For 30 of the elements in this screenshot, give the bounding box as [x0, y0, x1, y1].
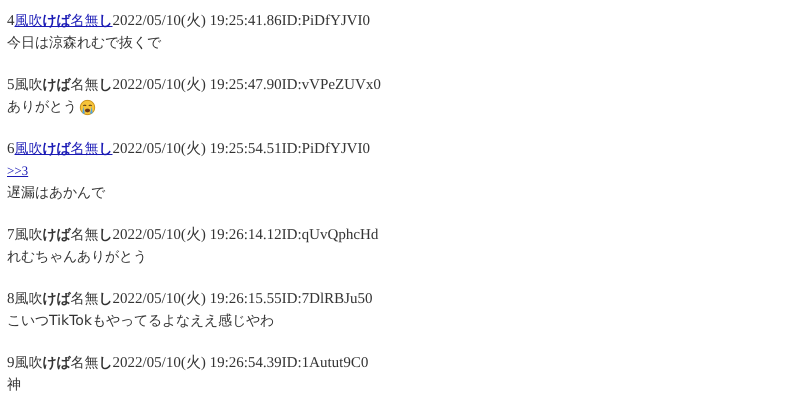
post-number: 8 [7, 291, 14, 307]
post-date: 2022/05/10(火) 19:26:14.12 [112, 227, 282, 243]
poster-name: 風吹けば名無し [14, 77, 112, 93]
poster-name: 風吹けば名無し [14, 227, 112, 243]
poster-name: 風吹けば名無し [14, 355, 112, 371]
post-number: 6 [7, 141, 14, 157]
poster-id: ID:7DlRBJu50 [282, 291, 373, 307]
poster-id: ID:PiDfYJVI0 [282, 141, 370, 157]
poster-name: 風吹けば名無し [14, 291, 112, 307]
post-number: 7 [7, 227, 14, 243]
post-text: 今日は涼森れむで抜くで [7, 34, 161, 53]
poster-id: ID:PiDfYJVI0 [282, 13, 370, 29]
post-date: 2022/05/10(火) 19:25:41.86 [112, 13, 282, 29]
post-number: 5 [7, 77, 14, 93]
poster-id: ID:vVPeZUVx0 [282, 77, 381, 93]
crying-emoji-icon [79, 98, 96, 116]
post-text: こいつTikTokもやってるよなええ感じやわ [7, 312, 274, 331]
post-text: 遅漏はあかんで [7, 184, 105, 203]
post-date: 2022/05/10(火) 19:26:54.39 [112, 355, 282, 371]
post-date: 2022/05/10(火) 19:25:47.90 [112, 77, 282, 93]
post-text: ありがとう [7, 98, 77, 117]
post-text: れむちゃんありがとう [7, 248, 147, 267]
post-date: 2022/05/10(火) 19:25:54.51 [112, 141, 282, 157]
post-date: 2022/05/10(火) 19:26:15.55 [112, 291, 282, 307]
post-number: 9 [7, 355, 14, 371]
post-number: 4 [7, 13, 14, 29]
post-text: 神 [7, 376, 21, 395]
poster-id: ID:1Autut9C0 [282, 355, 368, 371]
reply-anchor-link[interactable]: >>3 [7, 163, 28, 179]
poster-id: ID:qUvQphcHd [282, 227, 378, 243]
